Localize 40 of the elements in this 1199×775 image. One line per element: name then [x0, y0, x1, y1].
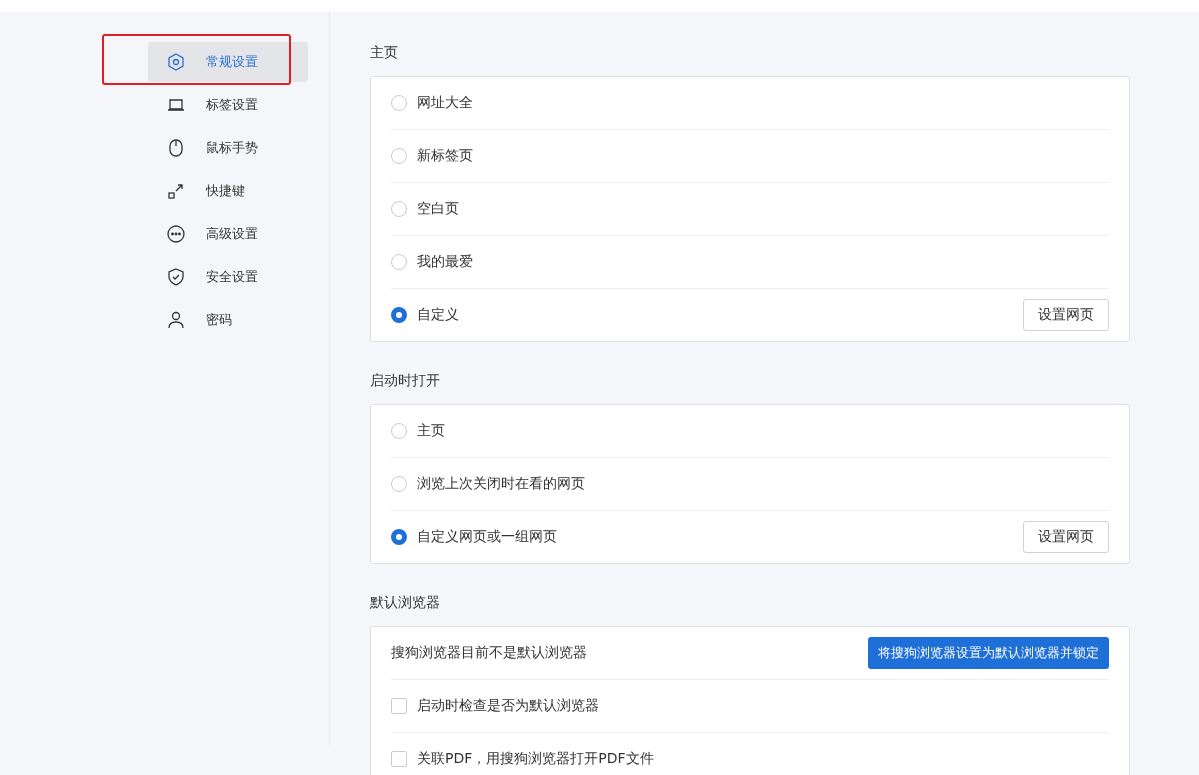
radio-button[interactable] [391, 95, 407, 111]
radio-button[interactable] [391, 476, 407, 492]
checkbox[interactable] [391, 751, 407, 767]
option-label: 关联PDF，用搜狗浏览器打开PDF文件 [417, 750, 654, 768]
option-label: 我的最爱 [417, 253, 473, 271]
section-title: 默认浏览器 [370, 594, 441, 612]
option-label: 网址大全 [417, 94, 473, 112]
option-label: 主页 [417, 422, 445, 440]
set-page-button[interactable]: 设置网页 [1023, 521, 1109, 553]
sidebar-item[interactable]: 高级设置 [148, 214, 308, 254]
sidebar-item[interactable]: 标签设置 [148, 85, 308, 125]
option-label: 浏览上次关闭时在看的网页 [417, 475, 585, 493]
option-label: 新标签页 [417, 147, 473, 165]
option-label: 空白页 [417, 200, 459, 218]
sidebar-item[interactable]: 快捷键 [148, 171, 308, 211]
option-label: 自定义 [417, 306, 459, 324]
sidebar-item[interactable]: 密码 [148, 300, 308, 340]
set-default-button[interactable]: 将搜狗浏览器设置为默认浏览器并锁定 [868, 637, 1109, 669]
radio-button[interactable] [391, 148, 407, 164]
option-label: 启动时检查是否为默认浏览器 [417, 697, 599, 715]
more-icon [166, 224, 186, 244]
sidebar-item[interactable]: 安全设置 [148, 257, 308, 297]
radio-button[interactable] [391, 201, 407, 217]
option-label: 自定义网页或一组网页 [417, 528, 557, 546]
section-title: 主页 [370, 44, 399, 62]
hexagon-icon [166, 52, 186, 72]
user-icon [166, 310, 186, 330]
radio-button[interactable] [391, 423, 407, 439]
radio-button[interactable] [391, 307, 407, 323]
set-page-button[interactable]: 设置网页 [1023, 299, 1109, 331]
radio-button[interactable] [391, 254, 407, 270]
option-label: 搜狗浏览器目前不是默认浏览器 [391, 644, 587, 662]
shortcut-icon [166, 181, 186, 201]
radio-button[interactable] [391, 529, 407, 545]
shield-icon [166, 267, 186, 287]
checkbox[interactable] [391, 698, 407, 714]
mouse-icon [166, 138, 186, 158]
section-title: 启动时打开 [370, 372, 441, 390]
sidebar-item[interactable]: 鼠标手势 [148, 128, 308, 168]
sidebar-item[interactable]: 常规设置 [148, 42, 308, 82]
